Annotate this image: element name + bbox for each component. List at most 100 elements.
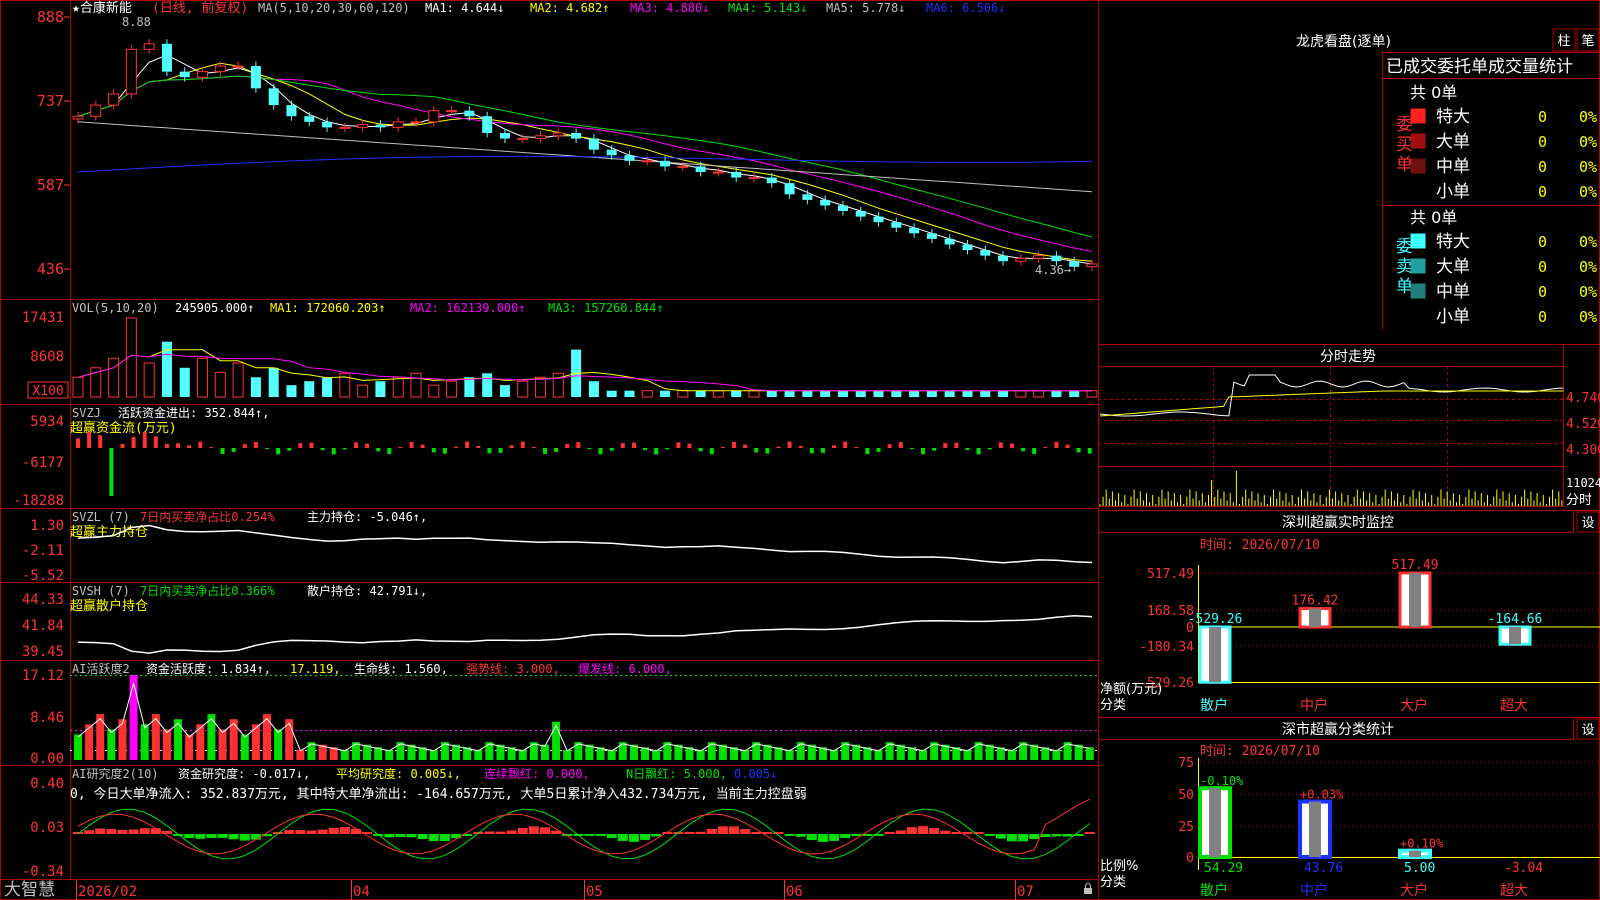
candle-down: [499, 132, 510, 139]
candle-down: [766, 177, 777, 184]
candle-up: [197, 71, 209, 78]
svzj-bar: [153, 436, 158, 448]
price-ytick: 436: [37, 260, 64, 278]
monitor-bar-shade: [1509, 627, 1521, 645]
vol-bar-down: [660, 390, 671, 397]
vol-bar-down: [766, 390, 777, 397]
ai1-ytick: 17.12: [22, 668, 64, 684]
ai2-yticks: 0.40 0.03 -0.34: [22, 776, 64, 880]
vol-bar-down: [998, 390, 1009, 397]
svzj-bar: [832, 445, 837, 448]
svzj-bar: [376, 448, 381, 452]
tab-tick-label: 笔: [1581, 33, 1594, 49]
ai2-bar: [328, 827, 339, 834]
svzj-bar: [342, 448, 347, 450]
candle-down: [837, 205, 848, 212]
vol-bar-up: [1033, 390, 1045, 398]
period-label[interactable]: (日线, 前复权): [152, 0, 248, 16]
monitor-bar-shade: [1409, 573, 1421, 627]
svsh-ytick: 41.84: [22, 618, 64, 634]
candle-up: [1086, 263, 1098, 268]
svzj-bar: [320, 448, 325, 451]
x-label: 2026/02: [78, 884, 137, 900]
vol-bar-up: [712, 390, 724, 398]
lhb-row-count: 0: [1538, 308, 1547, 326]
svzj-bar: [865, 448, 870, 454]
candle-up: [712, 171, 724, 174]
ai2-v1: 资金研究度: -0.017↓,: [178, 766, 310, 781]
svzj-bar: [220, 448, 225, 454]
monitor-settings-button[interactable]: 设: [1576, 511, 1600, 533]
stock-title[interactable]: ★合康新能: [72, 0, 132, 16]
price-tick-marks: [64, 16, 70, 270]
ai2-bar: [717, 826, 728, 834]
vol-bar-down: [250, 377, 261, 397]
candle-up: [428, 110, 440, 123]
ai2-bar: [918, 826, 928, 834]
ma2-value: MA2: 4.682↑: [530, 1, 609, 15]
candle-down: [161, 43, 172, 72]
lhb-row-pct: 0%: [1579, 133, 1597, 151]
ai1-bar: [919, 749, 927, 760]
monitor-bar-shade: [1209, 627, 1221, 683]
classify-value-label: 5.00: [1404, 861, 1435, 876]
classify-settings-button[interactable]: 设: [1576, 718, 1600, 740]
candle-up: [72, 115, 84, 120]
monitor-category: 超大: [1500, 698, 1528, 714]
ai2-bar: [940, 830, 951, 834]
lhb-row-name: 特大: [1436, 232, 1470, 252]
svzj-bar: [442, 448, 447, 454]
vol-bar-down: [375, 381, 386, 397]
candle-up: [339, 126, 351, 129]
classify-ytick: 50: [1178, 788, 1194, 803]
tab-bar-chart[interactable]: 柱: [1552, 28, 1576, 52]
svzj-bar: [943, 443, 948, 448]
intraday-title: 分时走势: [1320, 349, 1376, 365]
vol-bar-down: [980, 390, 991, 397]
candle-down: [250, 66, 261, 89]
vol-bar-down: [909, 390, 920, 397]
candle-down: [980, 250, 991, 256]
classify-category: 散户: [1200, 882, 1228, 899]
ai2-bar: [1040, 834, 1051, 837]
vol-bar-down: [873, 390, 884, 397]
tab-tick-chart[interactable]: 笔: [1576, 28, 1600, 52]
svzj-bar: [1032, 448, 1037, 455]
candle-up: [552, 132, 564, 137]
ai2-bar: [895, 830, 906, 834]
svzj-bar: [231, 448, 236, 452]
vol-bar-down: [499, 385, 510, 397]
ai2-bar: [128, 829, 139, 834]
vol-bar-down: [731, 390, 742, 397]
vol-ma2: MA2: 162139.000↑: [410, 301, 526, 315]
ai2-bar: [606, 834, 617, 839]
ai2-bar: [929, 827, 940, 834]
candle-down: [731, 171, 742, 178]
ai2-bar: [239, 834, 250, 841]
lhb-swatch: [1410, 233, 1426, 249]
ai2-bar: [740, 829, 751, 834]
ai2-bar: [350, 828, 361, 834]
lock-icon[interactable]: [1084, 883, 1092, 895]
ai2-bar: [1084, 832, 1095, 834]
svzj-bar: [987, 448, 992, 450]
classify-settings-label: 设: [1581, 723, 1594, 738]
classify-time: 时间: 2026/07/10: [1200, 744, 1320, 759]
svzj-bar: [631, 442, 636, 448]
candle-down: [820, 199, 831, 206]
ai2-bar: [806, 834, 817, 841]
lhb-swatch: [1410, 108, 1426, 124]
candle-down: [482, 116, 493, 133]
ai1-bar: [218, 729, 227, 760]
vol-bar-down: [606, 390, 617, 397]
vol-title: VOL(5,10,20): [72, 301, 159, 315]
monitor-category: 中户: [1300, 697, 1328, 714]
classify-xlabel: 分类: [1100, 875, 1126, 890]
lhb-row-name: 小单: [1436, 307, 1470, 327]
x-label: 07: [1017, 884, 1034, 900]
vol-bar-down: [944, 390, 955, 397]
vol-bar-down: [268, 367, 279, 397]
ai1-bar: [830, 749, 839, 760]
svzj-bar: [598, 448, 603, 455]
svzj-bar: [420, 444, 425, 448]
